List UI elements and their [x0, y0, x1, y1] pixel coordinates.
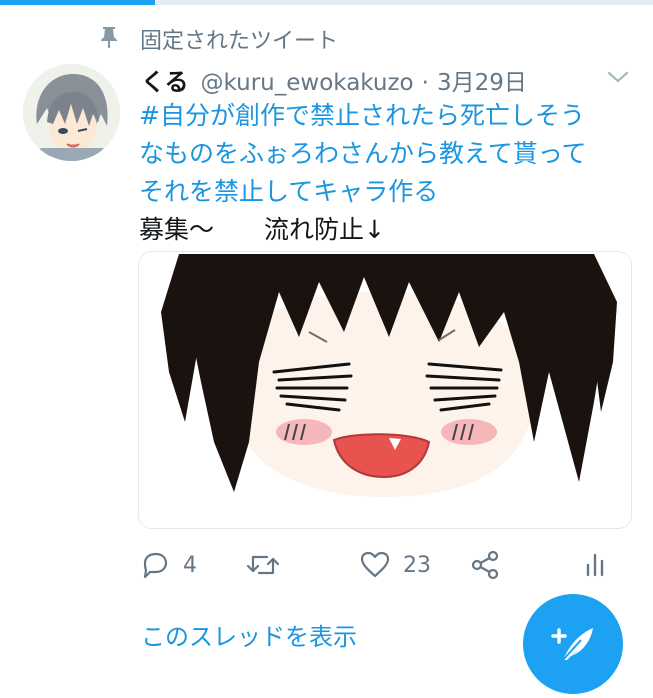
- like-count: 23: [403, 552, 431, 578]
- analytics-button[interactable]: [583, 545, 607, 585]
- chevron-down-icon[interactable]: [606, 68, 630, 86]
- tweet-text: #自分が創作で禁止されたら死亡しそう なものをふぉろわさんから教えて貰って それ…: [139, 97, 639, 249]
- hashtag-link-continuation[interactable]: なものをふぉろわさんから教えて貰って: [139, 135, 639, 173]
- tweet-date[interactable]: 3月29日: [437, 63, 527, 97]
- tab-indicator: [0, 0, 155, 5]
- show-thread-link[interactable]: このスレッドを表示: [141, 617, 357, 652]
- user-handle[interactable]: @kuru_ewokakuzo: [201, 70, 414, 96]
- pin-icon: [101, 27, 117, 48]
- like-button[interactable]: 23: [359, 545, 431, 585]
- avatar-image: [23, 64, 120, 161]
- anime-character-drawing: [139, 252, 631, 528]
- compose-feather-icon: [551, 628, 593, 661]
- reply-button[interactable]: 4: [139, 545, 197, 585]
- avatar[interactable]: [23, 64, 120, 161]
- reply-icon: [143, 552, 168, 579]
- share-button[interactable]: [469, 545, 501, 585]
- retweet-icon: [246, 555, 280, 575]
- compose-tweet-button[interactable]: [523, 594, 623, 694]
- reply-count: 4: [183, 552, 197, 578]
- hashtag-link-continuation[interactable]: それを禁止してキャラ作る: [139, 173, 639, 211]
- tweet-body-text: 募集〜 流れ防止↓: [139, 215, 385, 244]
- analytics-icon: [586, 553, 604, 577]
- tweet-media-image[interactable]: [138, 251, 632, 529]
- display-name[interactable]: くる: [141, 62, 189, 97]
- retweet-button[interactable]: [245, 545, 293, 585]
- hashtag-link[interactable]: #自分が創作で禁止されたら死亡しそう: [139, 97, 639, 135]
- pinned-label: 固定されたツイート: [140, 29, 339, 54]
- tweet-action-bar: 4 23: [137, 545, 617, 585]
- tweet-header: くる @kuru_ewokakuzo · 3月29日: [141, 62, 527, 98]
- separator-dot: ·: [421, 70, 429, 96]
- heart-icon: [360, 551, 390, 578]
- share-icon: [471, 550, 499, 580]
